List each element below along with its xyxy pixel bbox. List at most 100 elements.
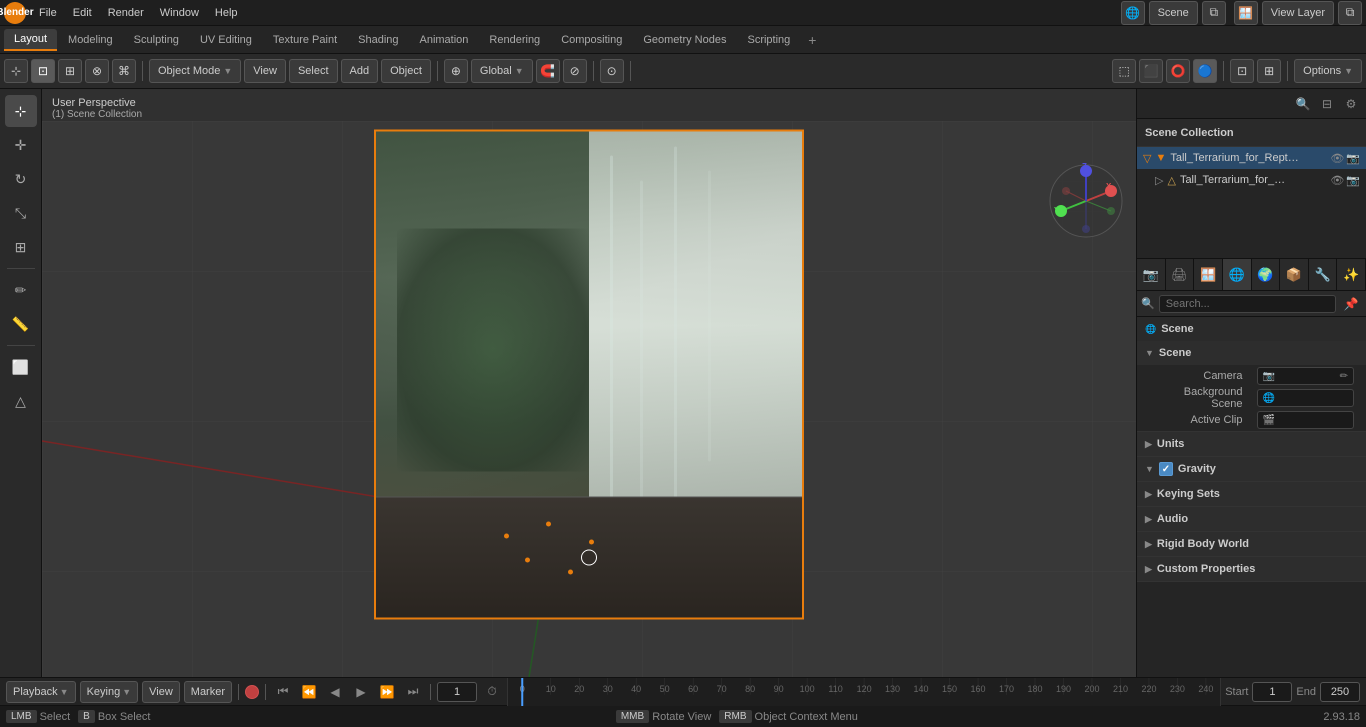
- props-gravity-header[interactable]: ▼ ✓ Gravity: [1137, 457, 1366, 481]
- scale-tool-btn[interactable]: ⤡: [5, 197, 37, 229]
- rotate-tool-btn[interactable]: ↻: [5, 163, 37, 195]
- tl-start-frame-input[interactable]: [1252, 682, 1292, 702]
- add-menu[interactable]: Add: [341, 59, 379, 83]
- right-panel-filter-icon[interactable]: ⊟: [1316, 93, 1338, 115]
- select-box-icon[interactable]: ⊞: [58, 59, 82, 83]
- object-mode-selector[interactable]: Object Mode ▼: [149, 59, 241, 83]
- snap-magnet-icon[interactable]: 🧲: [536, 59, 560, 83]
- props-view-layer-icon[interactable]: 🪟: [1194, 259, 1223, 290]
- props-particles-icon[interactable]: ✨: [1337, 259, 1366, 290]
- tl-keying-btn[interactable]: Keying ▼: [80, 681, 139, 703]
- tl-view-btn[interactable]: View: [142, 681, 180, 703]
- tab-compositing[interactable]: Compositing: [551, 30, 632, 50]
- view-layer-icon[interactable]: 🪟: [1234, 1, 1258, 25]
- tab-rendering[interactable]: Rendering: [479, 30, 550, 50]
- right-panel-search-icon[interactable]: 🔍: [1292, 93, 1314, 115]
- tab-layout[interactable]: Layout: [4, 29, 57, 51]
- options-btn[interactable]: Options ▼: [1294, 59, 1362, 83]
- transform-pivot-icon[interactable]: ⊕: [444, 59, 468, 83]
- view-layer-copy-icon[interactable]: ⧉: [1338, 1, 1362, 25]
- menu-help[interactable]: Help: [208, 5, 245, 21]
- viewport-shading-render[interactable]: 🔵: [1193, 59, 1217, 83]
- select-menu[interactable]: Select: [289, 59, 338, 83]
- props-pin-icon[interactable]: 📌: [1340, 293, 1362, 315]
- tab-scripting[interactable]: Scripting: [737, 30, 800, 50]
- tl-marker-btn[interactable]: Marker: [184, 681, 232, 703]
- props-scene-icon[interactable]: 🌐: [1223, 259, 1252, 290]
- outliner-visibility-1[interactable]: 👁: [1330, 174, 1344, 187]
- outliner-visibility-0[interactable]: 👁: [1330, 152, 1344, 165]
- menu-window[interactable]: Window: [153, 5, 206, 21]
- tl-step-fwd-btn[interactable]: ⏩: [376, 681, 398, 703]
- scene-copy-icon[interactable]: ⧉: [1202, 1, 1226, 25]
- annotate-tool-btn[interactable]: ✏: [5, 274, 37, 306]
- props-custom-props-header[interactable]: ▶ Custom Properties: [1137, 557, 1366, 581]
- tab-animation[interactable]: Animation: [410, 30, 479, 50]
- menu-render[interactable]: Render: [101, 5, 151, 21]
- right-panel-settings-icon[interactable]: ⚙: [1340, 93, 1362, 115]
- tab-uv-editing[interactable]: UV Editing: [190, 30, 262, 50]
- tl-record-btn[interactable]: [245, 685, 259, 699]
- props-units-header[interactable]: ▶ Units: [1137, 432, 1366, 456]
- view-menu[interactable]: View: [244, 59, 286, 83]
- props-render-icon[interactable]: 📷: [1137, 259, 1166, 290]
- cursor-tool-icon[interactable]: ⊹: [4, 59, 28, 83]
- tl-end-frame-input[interactable]: [1320, 682, 1360, 702]
- tl-step-back-btn[interactable]: ⏪: [298, 681, 320, 703]
- tl-current-frame-input[interactable]: [437, 682, 477, 702]
- add-workspace-tab[interactable]: +: [801, 29, 823, 51]
- tab-sculpting[interactable]: Sculpting: [124, 30, 189, 50]
- tab-geometry-nodes[interactable]: Geometry Nodes: [633, 30, 736, 50]
- props-world-icon[interactable]: 🌍: [1252, 259, 1281, 290]
- gravity-checkbox[interactable]: ✓: [1159, 462, 1173, 476]
- properties-search-input[interactable]: [1159, 295, 1336, 313]
- menu-file[interactable]: File: [32, 5, 64, 21]
- select-tool-icon[interactable]: ⊡: [31, 59, 55, 83]
- menu-edit[interactable]: Edit: [66, 5, 99, 21]
- tl-jump-start-btn[interactable]: ⏮: [272, 681, 294, 703]
- props-rigid-body-header[interactable]: ▶ Rigid Body World: [1137, 532, 1366, 556]
- measure-tool-btn[interactable]: 📏: [5, 308, 37, 340]
- timeline-ruler[interactable]: 0 10 20 30 40 50 60 70 80 90 100 110 120: [507, 678, 1221, 706]
- proportional-edit-icon[interactable]: ⊙: [600, 59, 624, 83]
- transform-tool-btn[interactable]: ⊞: [5, 231, 37, 263]
- tab-shading[interactable]: Shading: [348, 30, 408, 50]
- select-lasso-icon[interactable]: ⌘: [112, 59, 136, 83]
- scene-name[interactable]: Scene: [1149, 1, 1198, 25]
- viewport-shading-solid[interactable]: ⬛: [1139, 59, 1163, 83]
- outliner-item-0[interactable]: ▽ ▼ Tall_Terrarium_for_Reptiles_w 👁 📷: [1137, 147, 1366, 169]
- cursor-tool-btn[interactable]: ⊹: [5, 95, 37, 127]
- nav-gizmo[interactable]: X Y Z: [1046, 161, 1126, 241]
- props-scene-main-header[interactable]: 🌐 Scene: [1137, 317, 1366, 341]
- tl-play-back-btn[interactable]: ◀: [324, 681, 346, 703]
- tl-jump-end-btn[interactable]: ⏭: [402, 681, 424, 703]
- overlay-toggle[interactable]: ⊡: [1230, 59, 1254, 83]
- props-modifier-icon[interactable]: 🔧: [1309, 259, 1338, 290]
- background-scene-value[interactable]: 🌐: [1257, 389, 1355, 407]
- tab-texture-paint[interactable]: Texture Paint: [263, 30, 347, 50]
- outliner-render-0[interactable]: 📷: [1346, 152, 1360, 165]
- props-keying-sets-header[interactable]: ▶ Keying Sets: [1137, 482, 1366, 506]
- viewport-shading-material[interactable]: ⭕: [1166, 59, 1190, 83]
- props-scene-section-header[interactable]: ▼ Scene: [1137, 341, 1366, 365]
- transform-orientation[interactable]: Global ▼: [471, 59, 533, 83]
- viewport[interactable]: User Perspective (1) Scene Collection: [42, 89, 1136, 677]
- active-clip-value[interactable]: 🎬: [1257, 411, 1355, 429]
- tl-play-btn[interactable]: ▶: [350, 681, 372, 703]
- move-tool-btn[interactable]: ✛: [5, 129, 37, 161]
- outliner-render-1[interactable]: 📷: [1346, 174, 1360, 187]
- add-cube-btn[interactable]: ⬜: [5, 351, 37, 383]
- camera-edit-icon[interactable]: ✏: [1340, 371, 1348, 382]
- tab-modeling[interactable]: Modeling: [58, 30, 123, 50]
- gizmo-toggle[interactable]: ⊞: [1257, 59, 1281, 83]
- select-circle-icon[interactable]: ⊗: [85, 59, 109, 83]
- scene-selector-icon[interactable]: 🌐: [1121, 1, 1145, 25]
- props-object-icon[interactable]: 📦: [1280, 259, 1309, 290]
- viewport-shading-wire[interactable]: ⬚: [1112, 59, 1136, 83]
- tl-playback-btn[interactable]: Playback ▼: [6, 681, 76, 703]
- view-layer-name[interactable]: View Layer: [1262, 1, 1334, 25]
- snap-options-icon[interactable]: ⊘: [563, 59, 587, 83]
- tl-clock-icon[interactable]: ⏱: [481, 681, 503, 703]
- props-audio-header[interactable]: ▶ Audio: [1137, 507, 1366, 531]
- add-cone-btn[interactable]: △: [5, 385, 37, 417]
